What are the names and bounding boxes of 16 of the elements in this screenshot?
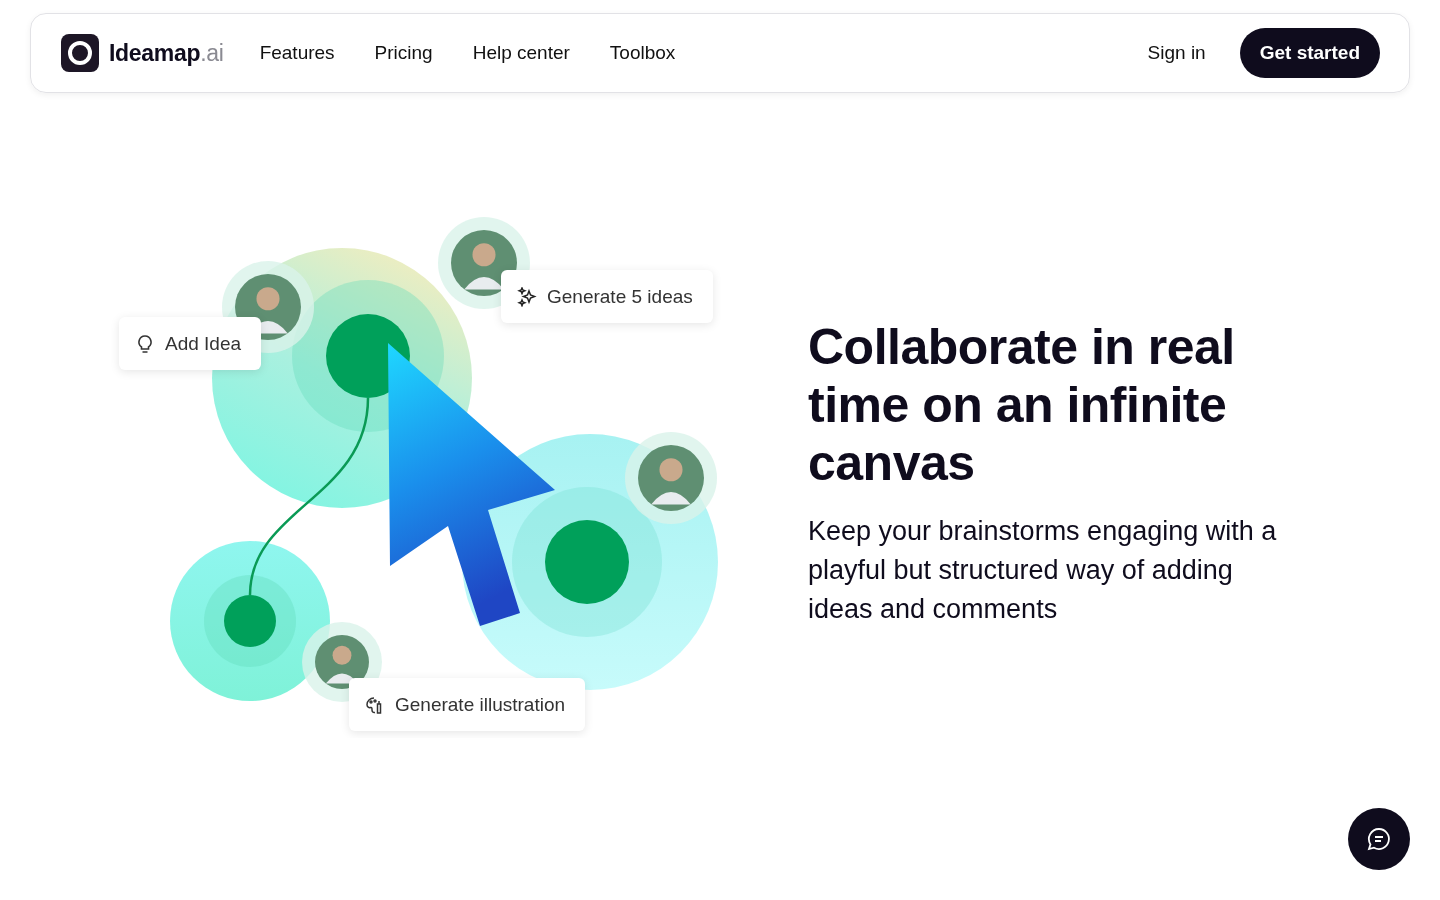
sparkle-icon [517,286,537,307]
nav-link[interactable]: Pricing [374,42,433,64]
hero-title: Collaborate in real time on an infinite canvas [808,317,1236,492]
hero-subtitle: Keep your brainstorms engaging with a playful but structured way of adding ideas and comments [808,514,1278,626]
chat-icon [1366,826,1392,852]
tag-label: Generate illustration [395,693,566,716]
logo-icon [61,34,99,72]
nav-link[interactable]: Toolbox [609,42,676,64]
get-started-button[interactable]: Get started [1239,28,1380,78]
tag-label: Generate 5 ideas [547,285,693,308]
brand-name: Ideamap.ai [109,39,224,67]
sign-in-link[interactable]: Sign in [1147,42,1206,64]
nav-link[interactable]: Help center [472,42,570,64]
nav-link[interactable]: Features [259,42,335,64]
lightbulb-icon [135,333,155,354]
tag-label: Add Idea [165,332,242,355]
